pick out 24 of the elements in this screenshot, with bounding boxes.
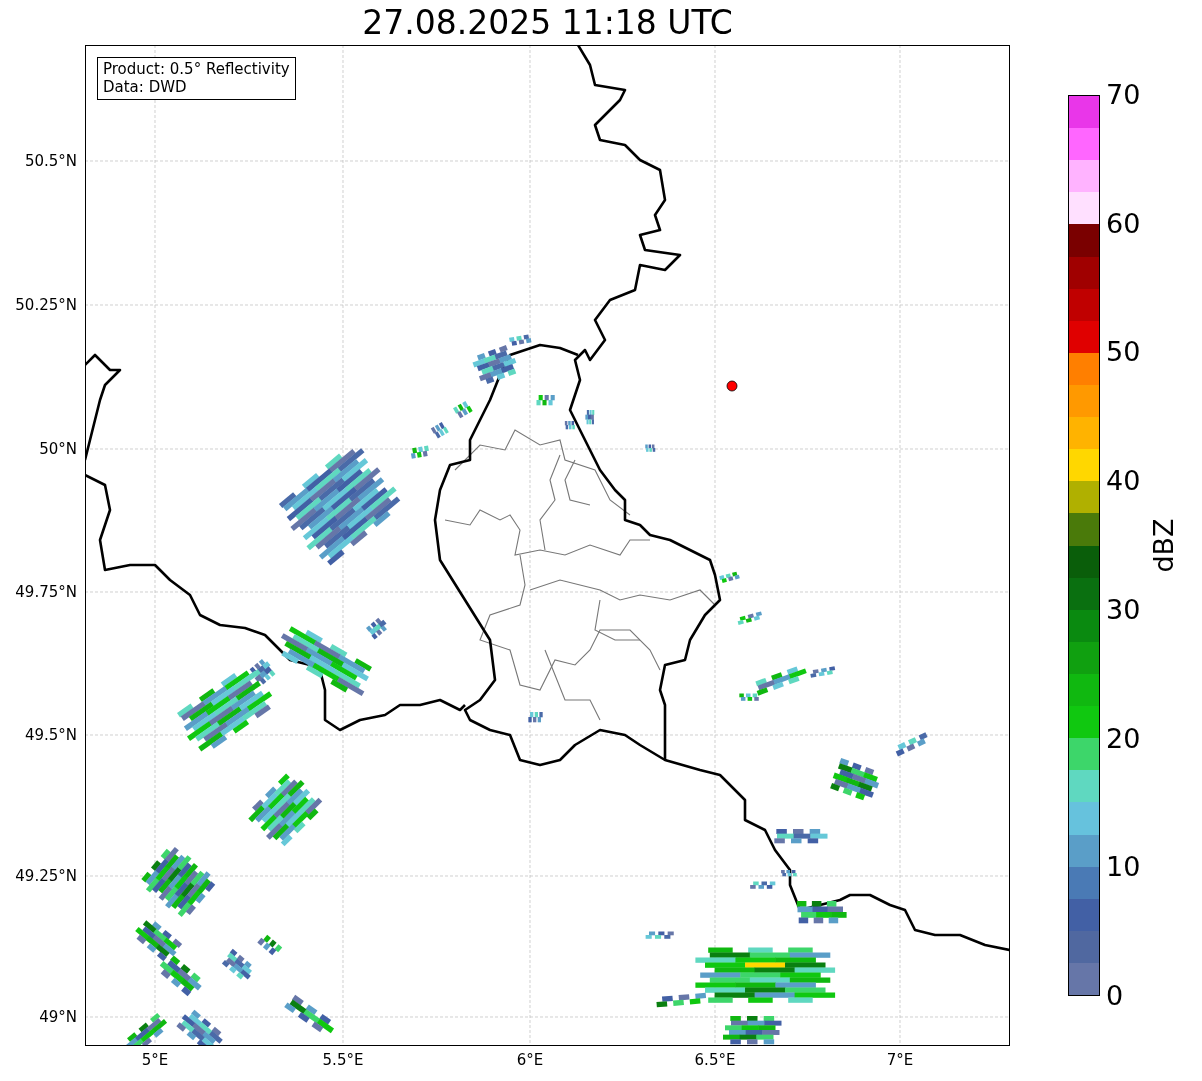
info-text: Product: 0.5° Reflectivity bbox=[103, 60, 290, 78]
colorbar-tick-label: 20 bbox=[1106, 722, 1141, 755]
colorbar-tick-label: 60 bbox=[1106, 207, 1141, 240]
latitude-label: 50°N bbox=[39, 440, 77, 458]
longitude-label: 6°E bbox=[516, 1051, 544, 1069]
latitude-label: 49°N bbox=[39, 1008, 77, 1026]
latitude-label: 49.75°N bbox=[15, 583, 77, 601]
longitude-label: 5°E bbox=[141, 1051, 169, 1069]
colorbar-label: dBZ bbox=[1147, 518, 1179, 573]
colorbar-tick-label: 30 bbox=[1106, 593, 1141, 626]
latitude-label: 49.5°N bbox=[24, 726, 77, 744]
latitude-label: 50.5°N bbox=[24, 152, 77, 170]
longitude-label: 7°E bbox=[886, 1051, 914, 1069]
latitude-label: 49.25°N bbox=[15, 867, 77, 885]
info-text: Data: DWD bbox=[103, 78, 188, 96]
colorbar-tick-label: 50 bbox=[1106, 336, 1141, 369]
chart-title: 27.08.2025 11:18 UTC bbox=[362, 3, 733, 43]
colorbar-tick-label: 0 bbox=[1106, 980, 1124, 1012]
colorbar-tick-label: 40 bbox=[1106, 465, 1141, 498]
longitude-label: 5.5°E bbox=[322, 1051, 364, 1069]
latitude-label: 50.25°N bbox=[15, 296, 77, 314]
colorbar-tick-label: 10 bbox=[1106, 851, 1141, 884]
colorbar-tick-label: 70 bbox=[1106, 79, 1141, 111]
longitude-label: 6.5°E bbox=[694, 1051, 736, 1069]
